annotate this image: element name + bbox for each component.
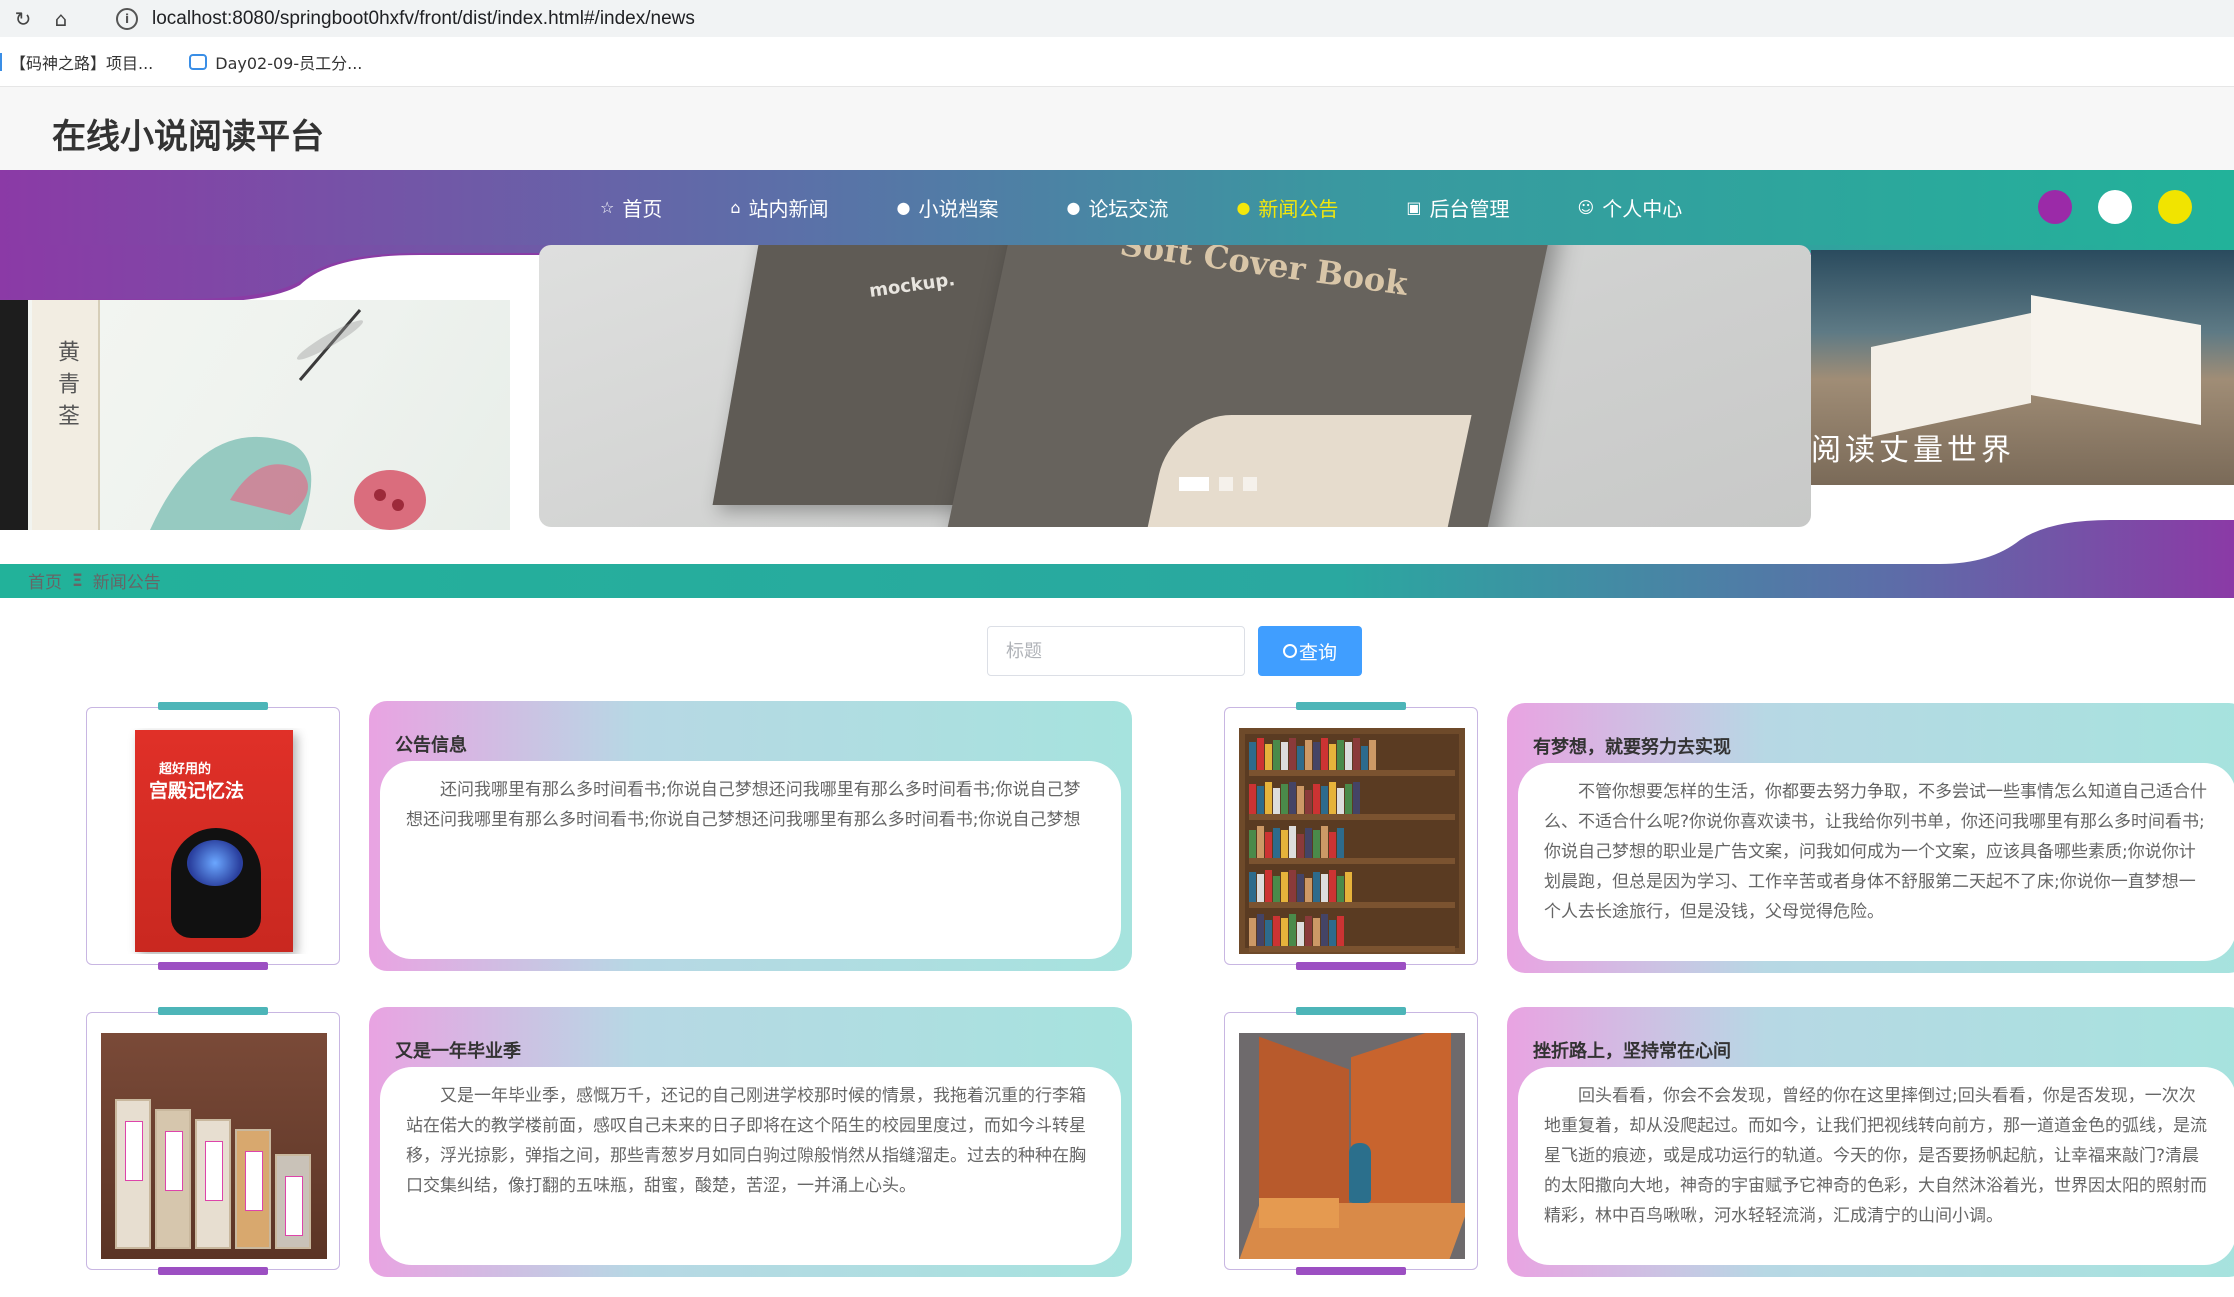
theme-dot-purple[interactable] [2038,190,2072,224]
nav-item-novel-archive[interactable]: ● 小说档案 [897,193,999,222]
question-icon: ● [1066,198,1081,217]
nav-label: 小说档案 [918,197,999,221]
bookmark-item[interactable]: Day02-09-员工分... [189,50,362,74]
dragonfly-lotus-illustration [150,309,426,530]
nav-label: 后台管理 [1429,197,1510,221]
site-title: 在线小说阅读平台 [52,117,324,157]
breadcrumb: 首页 Ξ 新闻公告 [28,568,161,594]
cover-text: 宫殿记忆法 [149,780,245,802]
bookmark-label: Day02-09-员工分... [215,53,363,73]
news-text-panel: 公告信息 还问我哪里有那么多时间看书;你说自己梦想还问我哪里有那么多时间看书;你… [369,701,1132,971]
breadcrumb-current: 新闻公告 [92,573,161,593]
news-summary: 还问我哪里有那么多时间看书;你说自己梦想还问我哪里有那么多时间看书;你说自己梦想… [380,761,1121,959]
nav-label: 新闻公告 [1258,197,1339,221]
reload-icon[interactable]: ↻ [8,4,38,34]
news-thumbnail[interactable]: 超好用的 宫殿记忆法 [101,728,327,954]
theme-color-picker [2012,190,2192,224]
site-info-icon[interactable]: i [116,7,138,30]
nav-item-news-notice[interactable]: ● 新闻公告 [1236,193,1338,222]
search-icon [1282,644,1297,658]
library-illustration-image [1239,1033,1465,1259]
browser-address-bar: ↻ ⌂ i localhost:8080/springboot0hxfv/fro… [0,0,2234,37]
nav-item-admin[interactable]: ▣ 后台管理 [1406,193,1509,222]
user-icon: ☺ [1577,198,1595,217]
home-icon[interactable]: ⌂ [46,4,76,34]
news-thumb-frame [1224,702,1478,970]
breadcrumb-band [0,520,2234,598]
news-text-panel: 又是一年毕业季 又是一年毕业季，感慨万千，还记的自己刚进学校那时候的情景，我拖着… [369,1007,1132,1277]
news-title[interactable]: 又是一年毕业季 [395,1037,521,1063]
banner-slide-active[interactable]: mockup. Soft Cover Book [539,245,1811,527]
news-thumb-frame: 超好用的 宫殿记忆法 [86,702,340,970]
news-title[interactable]: 有梦想，就要努力去实现 [1533,733,1731,759]
news-thumbnail[interactable] [1239,1033,1465,1259]
info-icon: ● [1236,198,1251,217]
cover-text: 超好用的 [159,762,212,777]
bag-icon: ⌂ [730,198,741,217]
news-thumbnail[interactable] [101,1033,327,1259]
news-thumb-frame [1224,1007,1478,1275]
info-icon: ● [896,198,911,217]
breadcrumb-home[interactable]: 首页 [28,568,62,593]
banner-slide-next[interactable]: 阅读丈量世界 [1811,250,2234,485]
carousel-indicators [1179,477,1267,491]
carousel-dot[interactable] [1219,477,1233,491]
news-text-panel: 挫折路上，坚持常在心间 回头看看，你会不会发现，曾经的你在这里摔倒过;回头看看，… [1507,1007,2234,1277]
news-summary: 回头看看，你会不会发现，曾经的你在这里摔倒过;回头看看，你是否发现，一次次地重复… [1518,1067,2234,1265]
nav-label: 论坛交流 [1088,197,1169,221]
news-thumb-frame [86,1007,340,1275]
book-boxes-image [101,1033,327,1259]
bookmark-label: 【码神之路】项目... [10,53,154,73]
nav-label: 首页 [622,197,663,221]
main-nav: ☆ 首页 ⌂ 站内新闻 ● 小说档案 ● 论坛交流 ● 新闻公告 ▣ 后台管理 … [0,170,2234,245]
theme-dot-white[interactable] [2098,190,2132,224]
banner-right-text: 阅读丈量世界 [1811,433,2015,468]
nav-item-site-news[interactable]: ⌂ 站内新闻 [730,193,828,222]
search-button-label: 查询 [1298,642,1337,664]
nav-item-forum[interactable]: ● 论坛交流 [1066,193,1168,222]
news-text-panel: 有梦想，就要努力去实现 不管你想要怎样的生活，你都要去努力争取，不多尝试一些事情… [1507,703,2234,973]
memory-book-cover-image: 超好用的 宫殿记忆法 [101,728,327,954]
bookshelf-image [1239,728,1465,954]
breadcrumb-separator: Ξ [72,570,83,591]
bookmarks-bar: 【码神之路】项目... Day02-09-员工分... [0,37,2234,87]
calendar-icon: ▣ [1406,198,1422,217]
nav-item-profile[interactable]: ☺ 个人中心 [1578,193,1683,222]
url-text[interactable]: localhost:8080/springboot0hxfv/front/dis… [152,8,695,30]
star-icon: ☆ [600,198,615,217]
nav-label: 站内新闻 [748,197,829,221]
search-button[interactable]: 查询 [1258,626,1362,676]
news-title[interactable]: 挫折路上，坚持常在心间 [1533,1037,1731,1063]
banner-slide-prev[interactable]: 黄青荃 [0,300,510,530]
carousel-dot[interactable] [1179,477,1209,491]
title-search-input[interactable] [987,626,1245,676]
nav-label: 个人中心 [1602,197,1683,221]
news-summary: 又是一年毕业季，感慨万千，还记的自己刚进学校那时候的情景，我拖着沉重的行李箱站在… [380,1067,1121,1265]
bilibili-icon [189,53,208,70]
nav-item-home[interactable]: ☆ 首页 [600,193,662,222]
news-summary: 不管你想要怎样的生活，你都要去努力争取，不多尝试一些事情怎么知道自己适合什么、不… [1518,763,2234,961]
news-thumbnail[interactable] [1239,728,1465,954]
news-title[interactable]: 公告信息 [395,731,467,757]
site-header: 在线小说阅读平台 [0,87,2234,170]
bookmark-item[interactable]: 【码神之路】项目... [0,50,153,74]
theme-dot-yellow[interactable] [2158,190,2192,224]
carousel-dot[interactable] [1243,477,1257,491]
bookmark-icon [0,52,2,71]
